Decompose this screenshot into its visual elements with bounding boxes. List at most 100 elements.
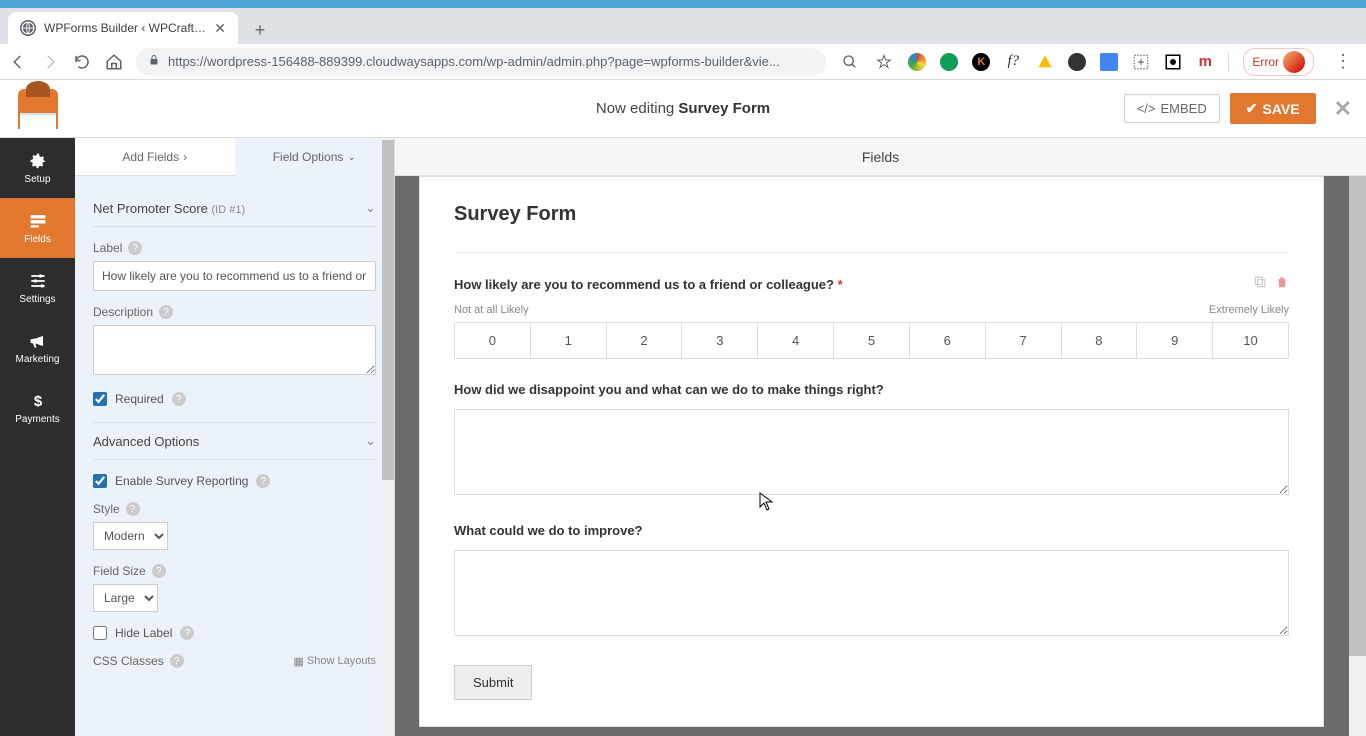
- nav-marketing[interactable]: Marketing: [0, 318, 75, 378]
- extension-icon[interactable]: [940, 53, 958, 71]
- submit-button[interactable]: Submit: [454, 665, 532, 700]
- nps-cell[interactable]: 0: [455, 323, 531, 358]
- field-textarea-1[interactable]: How did we disappoint you and what can w…: [454, 381, 1289, 500]
- show-layouts-link[interactable]: ▦ Show Layouts: [293, 655, 376, 668]
- back-icon[interactable]: [8, 52, 28, 72]
- extension-icon[interactable]: f?: [1004, 53, 1022, 71]
- field-nps[interactable]: How likely are you to recommend us to a …: [454, 275, 1289, 359]
- preview-scrollbar[interactable]: [1349, 176, 1366, 736]
- textarea-input[interactable]: [454, 409, 1289, 495]
- zoom-icon[interactable]: [840, 52, 860, 72]
- hide-label-row: Hide Label ?: [93, 626, 376, 640]
- tab-add-fields[interactable]: Add Fields ›: [75, 138, 235, 176]
- scrollbar-thumb[interactable]: [1349, 176, 1366, 656]
- tab-label: Field Options: [273, 150, 344, 164]
- form-group-style: Style ? Modern: [93, 502, 376, 550]
- new-tab-button[interactable]: +: [246, 16, 274, 44]
- nps-cell[interactable]: 5: [834, 323, 910, 358]
- kebab-menu-icon[interactable]: ⋮: [1328, 51, 1358, 72]
- style-select[interactable]: Modern: [93, 522, 168, 550]
- lock-icon: [148, 53, 160, 70]
- nps-cell[interactable]: 10: [1213, 323, 1288, 358]
- textarea-input[interactable]: [454, 550, 1289, 636]
- nps-cell[interactable]: 1: [531, 323, 607, 358]
- nps-cell[interactable]: 4: [758, 323, 834, 358]
- label-input[interactable]: [93, 261, 376, 291]
- header-actions: </> EMBED ✔ SAVE ✕: [1124, 93, 1366, 124]
- extension-icon[interactable]: m: [1196, 53, 1214, 71]
- size-select[interactable]: Large: [93, 584, 158, 612]
- page-title: Now editing Survey Form: [596, 100, 770, 117]
- extension-icon[interactable]: [1068, 53, 1086, 71]
- check-icon: ✔: [1246, 100, 1258, 117]
- help-icon[interactable]: ?: [256, 474, 270, 488]
- nps-cell[interactable]: 7: [986, 323, 1062, 358]
- nps-cell[interactable]: 8: [1062, 323, 1138, 358]
- help-icon[interactable]: ?: [159, 305, 173, 319]
- required-checkbox[interactable]: [93, 392, 107, 406]
- label-text: Field Size: [93, 564, 146, 578]
- extension-icon[interactable]: [1164, 53, 1182, 71]
- nps-cell[interactable]: 6: [910, 323, 986, 358]
- form-preview-area: Fields Survey Form How likely are you to…: [395, 138, 1366, 736]
- section-header-basic[interactable]: Net Promoter Score (ID #1) ⌄: [93, 190, 376, 227]
- embed-button[interactable]: </> EMBED: [1124, 94, 1220, 123]
- checkbox-label: Required: [115, 392, 164, 406]
- close-builder-icon[interactable]: ✕: [1334, 96, 1352, 122]
- help-icon[interactable]: ?: [172, 392, 186, 406]
- nps-cell[interactable]: 9: [1137, 323, 1213, 358]
- duplicate-icon[interactable]: [1253, 275, 1267, 294]
- nav-fields[interactable]: Fields: [0, 198, 75, 258]
- form-group-css-classes: CSS Classes ? ▦ Show Layouts: [93, 654, 376, 668]
- chevron-down-icon: ⌄: [365, 200, 376, 216]
- browser-tab[interactable]: WPForms Builder ‹ WPCrafter — ✕: [8, 12, 238, 44]
- extension-icon[interactable]: [1100, 53, 1118, 71]
- nav-label: Settings: [19, 294, 55, 305]
- form-title[interactable]: Survey Form: [454, 203, 1289, 253]
- nav-setup[interactable]: Setup: [0, 138, 75, 198]
- field-id: (ID #1): [212, 204, 246, 216]
- wpforms-logo[interactable]: [0, 89, 75, 129]
- toolbar-right: K f? m Error ⋮: [840, 48, 1358, 76]
- help-icon[interactable]: ?: [126, 502, 140, 516]
- error-badge[interactable]: Error: [1243, 48, 1314, 76]
- preview-tab-fields: Fields: [395, 138, 1366, 176]
- help-icon[interactable]: ?: [180, 626, 194, 640]
- save-button[interactable]: ✔ SAVE: [1230, 93, 1316, 124]
- address-bar: https://wordpress-156488-889399.cloudway…: [0, 44, 1366, 80]
- nps-cell[interactable]: 3: [682, 323, 758, 358]
- fields-tab-label: Fields: [862, 149, 899, 165]
- extension-icon[interactable]: [1132, 53, 1150, 71]
- extension-icon[interactable]: [908, 53, 926, 71]
- nps-high-label: Extremely Likely: [1209, 304, 1289, 316]
- section-title: Advanced Options: [93, 434, 199, 449]
- close-icon[interactable]: ✕: [214, 20, 226, 37]
- delete-icon[interactable]: [1275, 275, 1289, 294]
- description-input[interactable]: [93, 325, 376, 375]
- section-header-advanced[interactable]: Advanced Options ⌄: [93, 423, 376, 460]
- builder-header: Now editing Survey Form </> EMBED ✔ SAVE…: [0, 80, 1366, 138]
- url-input[interactable]: https://wordpress-156488-889399.cloudway…: [136, 48, 826, 76]
- nav-payments[interactable]: $ Payments: [0, 378, 75, 438]
- nps-cell[interactable]: 2: [607, 323, 683, 358]
- avatar: [1283, 51, 1305, 73]
- extension-icon[interactable]: [1036, 53, 1054, 71]
- nav-settings[interactable]: Settings: [0, 258, 75, 318]
- panel-scrollbar[interactable]: [382, 138, 394, 736]
- extension-icon[interactable]: K: [972, 53, 990, 71]
- scrollbar-thumb[interactable]: [382, 140, 394, 480]
- help-icon[interactable]: ?: [128, 241, 142, 255]
- label-text: Style: [93, 502, 120, 516]
- help-icon[interactable]: ?: [152, 564, 166, 578]
- reload-icon[interactable]: [72, 52, 92, 72]
- form-group-description: Description ?: [93, 305, 376, 378]
- hide-label-checkbox[interactable]: [93, 626, 107, 640]
- tab-field-options[interactable]: Field Options ⌄: [235, 138, 395, 176]
- field-textarea-2[interactable]: What could we do to improve?: [454, 522, 1289, 641]
- star-icon[interactable]: [874, 52, 894, 72]
- enable-survey-checkbox[interactable]: [93, 474, 107, 488]
- home-icon[interactable]: [104, 52, 124, 72]
- nav-label: Setup: [24, 174, 50, 185]
- field-label-text: How likely are you to recommend us to a …: [454, 277, 834, 292]
- help-icon[interactable]: ?: [170, 654, 184, 668]
